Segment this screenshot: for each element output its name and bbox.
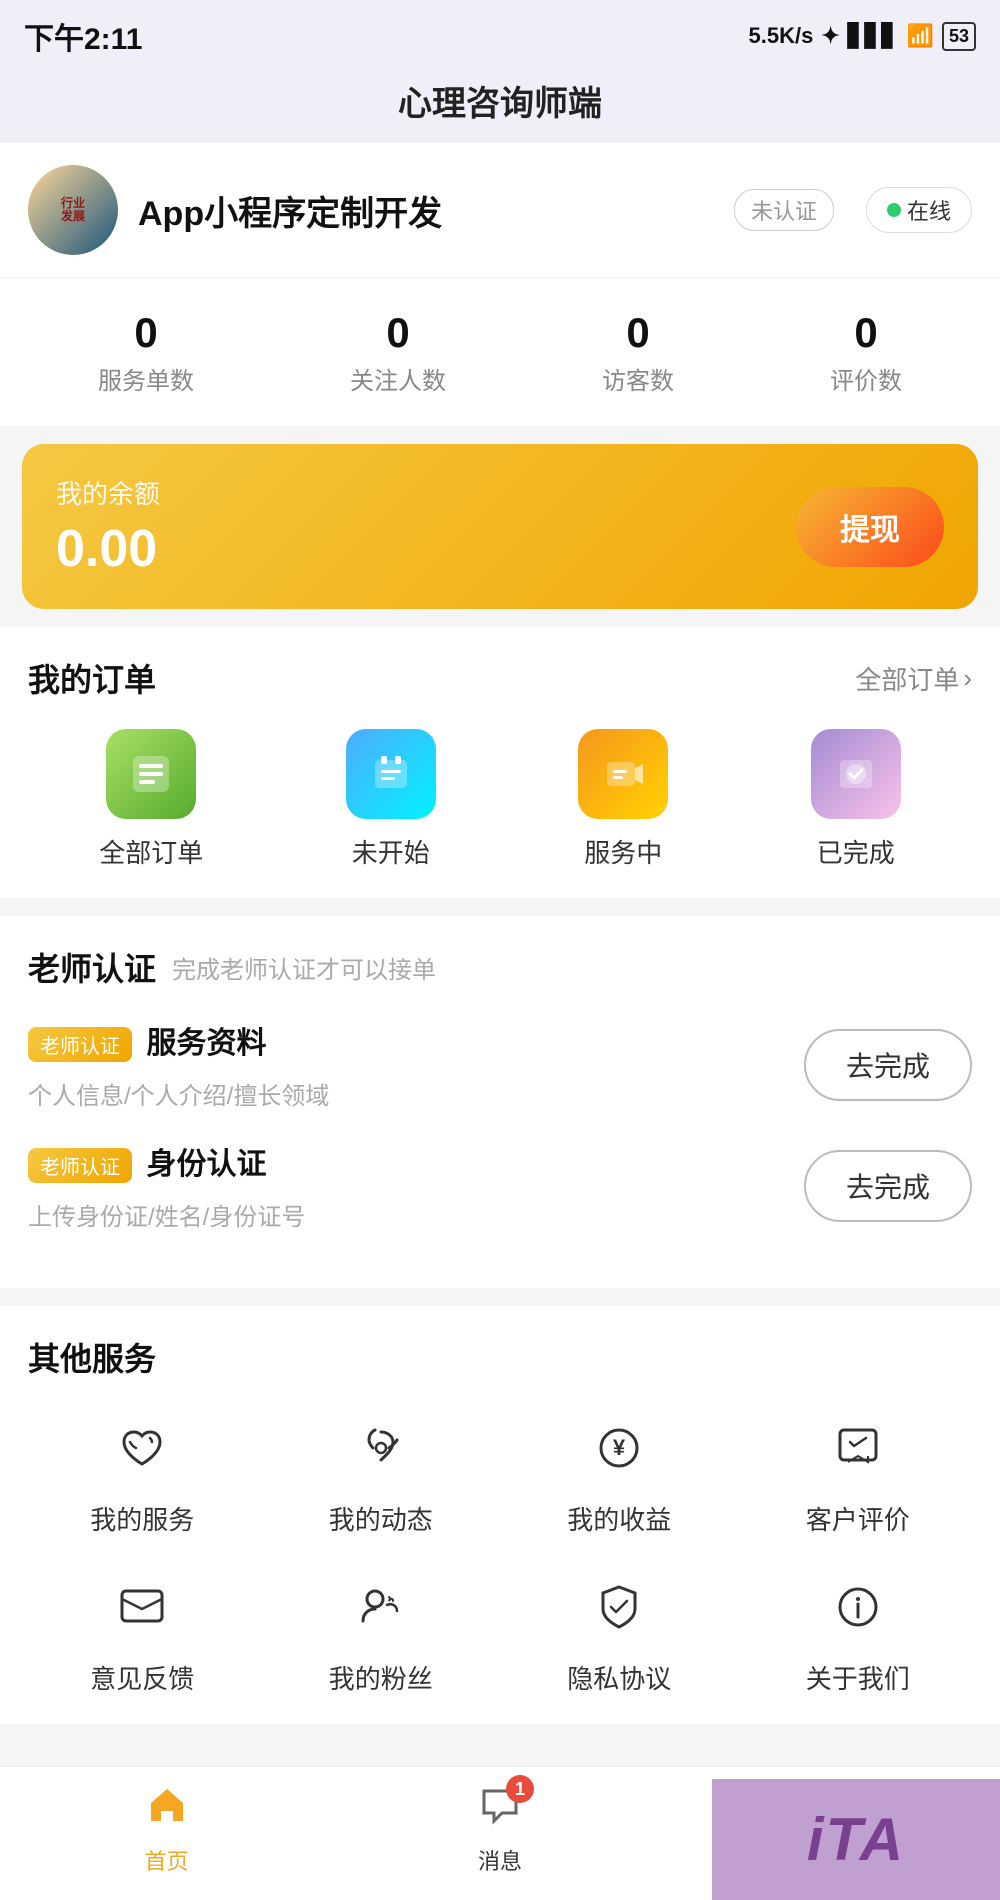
messages-badge: 1 bbox=[506, 1775, 534, 1803]
wifi-icon: 📶 bbox=[907, 23, 934, 49]
order-all-icon bbox=[106, 729, 196, 819]
svg-text:¥: ¥ bbox=[613, 1435, 626, 1460]
status-bar: 下午2:11 5.5K/s ✦ ▋▋▋ 📶 53 bbox=[0, 0, 1000, 66]
other-services-title: 其他服务 bbox=[28, 1334, 156, 1380]
cert-title: 老师认证 bbox=[28, 944, 156, 990]
my-dynamic-icon bbox=[341, 1408, 421, 1488]
status-time: 下午2:11 bbox=[24, 14, 142, 58]
chevron-right-icon: › bbox=[963, 663, 972, 694]
feedback-icon bbox=[102, 1567, 182, 1647]
order-icons-row: 全部订单 未开始 bbox=[28, 729, 972, 870]
about-us-icon bbox=[818, 1567, 898, 1647]
signal-text: 5.5K/s bbox=[749, 23, 814, 49]
privacy-policy-icon bbox=[579, 1567, 659, 1647]
signal-bars-icon: ▋▋▋ bbox=[848, 23, 899, 49]
stats-row: 0 服务单数 0 关注人数 0 访客数 0 评价数 bbox=[0, 279, 1000, 426]
unverified-badge[interactable]: 未认证 bbox=[734, 189, 834, 231]
cert-identity-left: 老师认证 身份认证 上传身份证/姓名/身份证号 bbox=[28, 1139, 305, 1232]
service-customer-reviews[interactable]: 客户评价 bbox=[744, 1408, 973, 1537]
cert-service-desc: 个人信息/个人介绍/擅长领域 bbox=[28, 1076, 329, 1111]
avatar-inner: 行业发展 bbox=[28, 165, 118, 255]
home-icon bbox=[145, 1783, 189, 1838]
cert-identity-desc: 上传身份证/姓名/身份证号 bbox=[28, 1197, 305, 1232]
profile-name: App小程序定制开发 bbox=[138, 186, 702, 235]
my-services-icon bbox=[102, 1408, 182, 1488]
cert-tag-service: 老师认证 bbox=[28, 1027, 132, 1062]
service-my-services[interactable]: 我的服务 bbox=[28, 1408, 257, 1537]
orders-header: 我的订单 全部订单 › bbox=[28, 655, 972, 701]
cert-header: 老师认证 完成老师认证才可以接单 bbox=[28, 944, 972, 990]
app-header: 心理咨询师端 bbox=[0, 66, 1000, 143]
cert-identity-row: 老师认证 身份认证 bbox=[28, 1139, 305, 1191]
service-privacy-policy[interactable]: 隐私协议 bbox=[505, 1567, 734, 1696]
stat-followers[interactable]: 0 关注人数 bbox=[350, 309, 446, 396]
stat-service-count[interactable]: 0 服务单数 bbox=[98, 309, 194, 396]
cert-service-title: 服务资料 bbox=[146, 1027, 266, 1060]
bluetooth-icon: ✦ bbox=[821, 23, 839, 49]
service-my-fans[interactable]: 我的粉丝 bbox=[267, 1567, 496, 1696]
status-icons: 5.5K/s ✦ ▋▋▋ 📶 53 bbox=[749, 22, 976, 51]
withdraw-button[interactable]: 提现 bbox=[796, 487, 944, 567]
orders-title: 我的订单 bbox=[28, 655, 156, 701]
cert-tag-identity: 老师认证 bbox=[28, 1148, 132, 1183]
cert-identity-title: 身份认证 bbox=[146, 1148, 266, 1181]
balance-title: 我的余额 bbox=[56, 474, 160, 511]
cert-item-identity: 老师认证 身份认证 上传身份证/姓名/身份证号 去完成 bbox=[28, 1139, 972, 1232]
service-my-earnings[interactable]: ¥ 我的收益 bbox=[505, 1408, 734, 1537]
order-not-started[interactable]: 未开始 bbox=[346, 729, 436, 870]
balance-card: 我的余额 0.00 提现 bbox=[22, 444, 978, 609]
order-all[interactable]: 全部订单 bbox=[99, 729, 203, 870]
online-badge[interactable]: 在线 bbox=[866, 187, 972, 233]
orders-section: 我的订单 全部订单 › 全部订单 bbox=[0, 627, 1000, 898]
orders-more-link[interactable]: 全部订单 › bbox=[855, 660, 972, 697]
battery-indicator: 53 bbox=[942, 22, 976, 51]
go-complete-identity-button[interactable]: 去完成 bbox=[804, 1150, 972, 1222]
cert-service-left: 老师认证 服务资料 个人信息/个人介绍/擅长领域 bbox=[28, 1018, 329, 1111]
online-dot bbox=[887, 203, 901, 217]
nav-home-label: 首页 bbox=[145, 1844, 189, 1876]
ita-watermark: iTA bbox=[712, 1779, 1000, 1900]
cert-service-row: 老师认证 服务资料 bbox=[28, 1018, 329, 1070]
profile-row: 行业发展 App小程序定制开发 未认证 在线 bbox=[0, 143, 1000, 277]
my-earnings-icon: ¥ bbox=[579, 1408, 659, 1488]
order-completed-icon bbox=[811, 729, 901, 819]
certification-section: 老师认证 完成老师认证才可以接单 老师认证 服务资料 个人信息/个人介绍/擅长领… bbox=[0, 916, 1000, 1288]
balance-amount: 0.00 bbox=[56, 519, 160, 579]
stat-visitors[interactable]: 0 访客数 bbox=[602, 309, 674, 396]
my-fans-icon bbox=[341, 1567, 421, 1647]
go-complete-service-button[interactable]: 去完成 bbox=[804, 1029, 972, 1101]
customer-reviews-icon bbox=[818, 1408, 898, 1488]
order-completed[interactable]: 已完成 bbox=[811, 729, 901, 870]
service-about-us[interactable]: 关于我们 bbox=[744, 1567, 973, 1696]
order-in-service[interactable]: 服务中 bbox=[578, 729, 668, 870]
nav-home[interactable]: 首页 bbox=[87, 1783, 247, 1876]
nav-messages[interactable]: 1 消息 bbox=[420, 1783, 580, 1876]
nav-messages-label: 消息 bbox=[478, 1844, 522, 1876]
stat-reviews[interactable]: 0 评价数 bbox=[830, 309, 902, 396]
order-in-service-icon bbox=[578, 729, 668, 819]
other-services-header: 其他服务 bbox=[28, 1334, 972, 1380]
service-feedback[interactable]: 意见反馈 bbox=[28, 1567, 257, 1696]
services-grid: 我的服务 我的动态 ¥ 我的收益 bbox=[28, 1408, 972, 1696]
cert-subtitle: 完成老师认证才可以接单 bbox=[172, 950, 436, 985]
other-services-section: 其他服务 我的服务 我的动态 bbox=[0, 1306, 1000, 1724]
avatar[interactable]: 行业发展 bbox=[28, 165, 118, 255]
messages-icon: 1 bbox=[478, 1783, 522, 1838]
order-not-started-icon bbox=[346, 729, 436, 819]
cert-item-service: 老师认证 服务资料 个人信息/个人介绍/擅长领域 去完成 bbox=[28, 1018, 972, 1111]
service-my-dynamic[interactable]: 我的动态 bbox=[267, 1408, 496, 1537]
balance-left: 我的余额 0.00 bbox=[56, 474, 160, 579]
